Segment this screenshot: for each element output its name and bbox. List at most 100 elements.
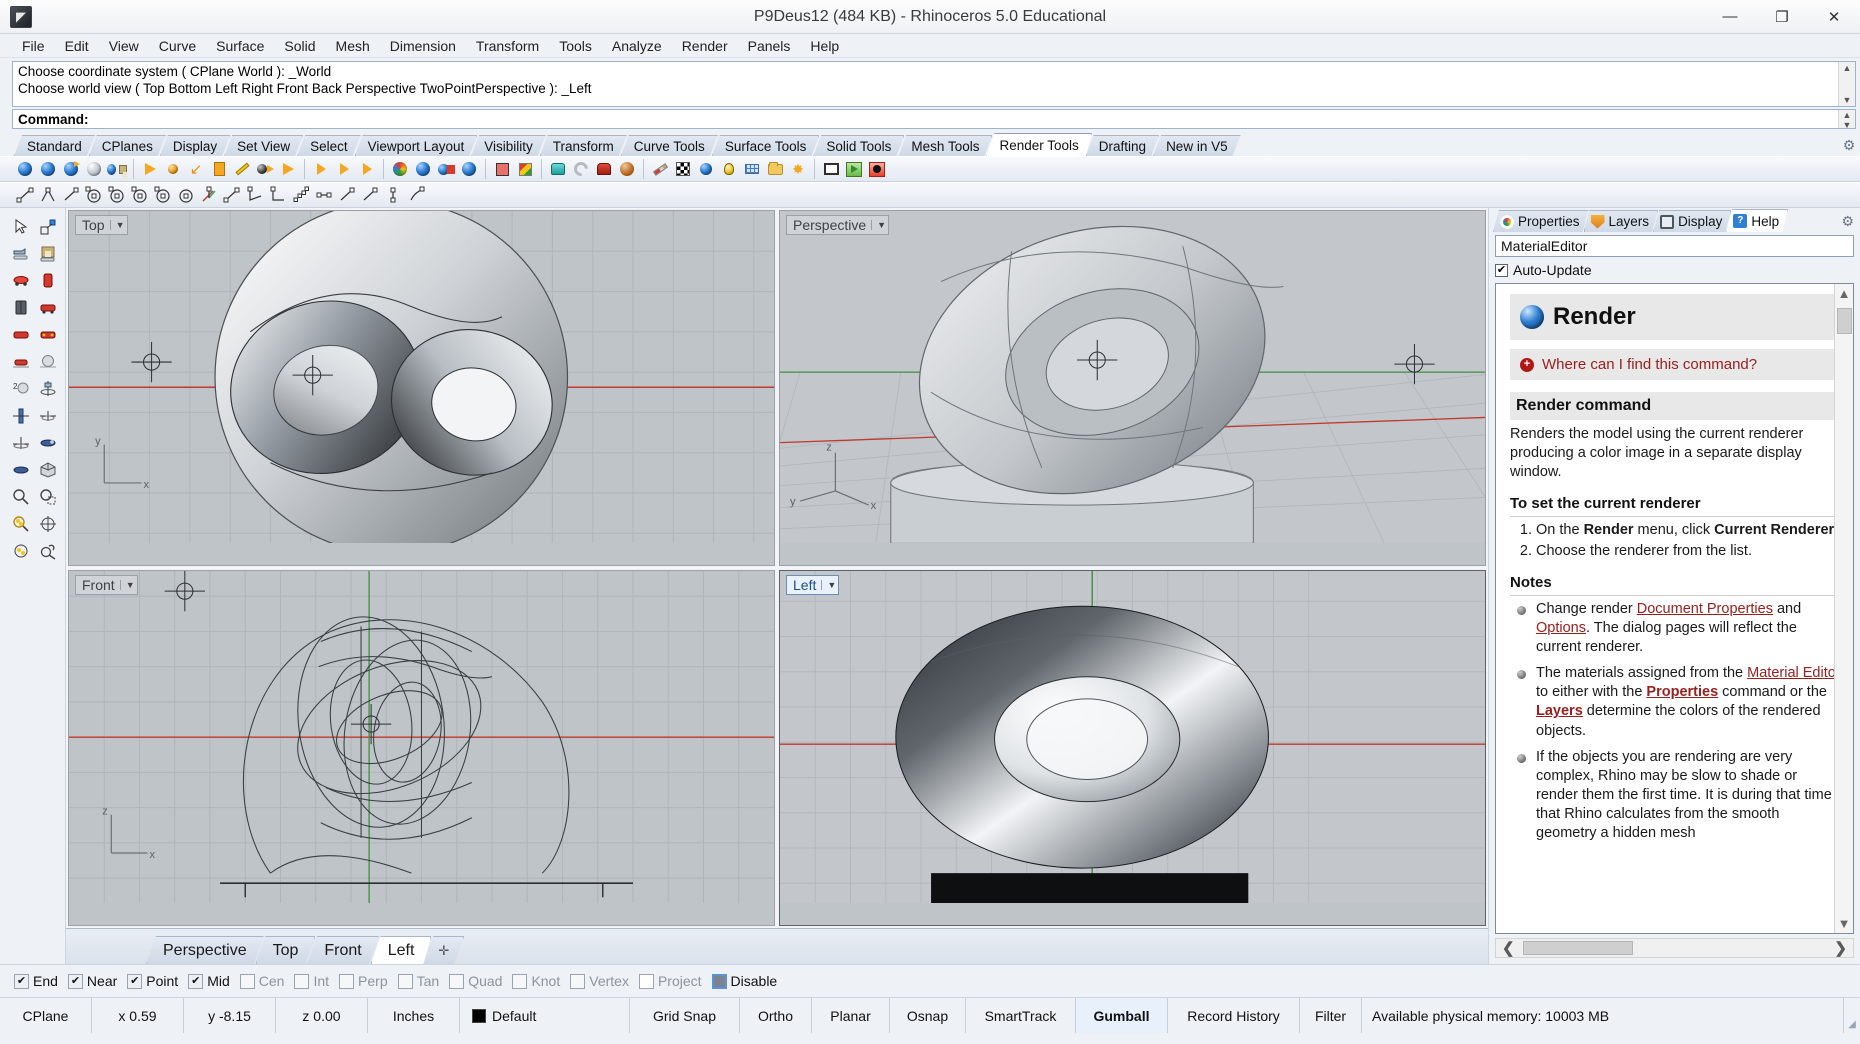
menu-analyze[interactable]: Analyze [602, 36, 672, 56]
front-view-icon[interactable] [35, 268, 61, 294]
resize-grip-icon[interactable]: ◢ [1844, 998, 1860, 1033]
render-in-window-icon[interactable] [60, 158, 82, 180]
status-grid-snap[interactable]: Grid Snap [630, 998, 740, 1033]
zoom-extents-icon[interactable] [8, 538, 34, 564]
osnap-perp-checkbox[interactable] [339, 973, 355, 989]
bounding-box-icon[interactable] [35, 457, 61, 483]
osnap-quad[interactable]: Quad [449, 973, 502, 989]
top-view-icon[interactable] [8, 322, 34, 348]
decal-icon[interactable] [593, 158, 615, 180]
status-planar[interactable]: Planar [812, 998, 890, 1033]
viewport-left-label[interactable]: Left ▼ [786, 575, 840, 595]
render-preview-icon[interactable] [37, 158, 59, 180]
zoom-window-icon[interactable] [35, 484, 61, 510]
axes-icon[interactable] [198, 184, 220, 206]
menu-render[interactable]: Render [672, 36, 738, 56]
back-view-icon[interactable] [35, 322, 61, 348]
light-bulb-icon[interactable] [718, 158, 740, 180]
tab-surface-tools[interactable]: Surface Tools [712, 135, 820, 156]
dimension-icon[interactable] [313, 184, 335, 206]
bump-texture-icon[interactable] [616, 158, 638, 180]
command-history[interactable]: Choose coordinate system ( CPlane World … [12, 61, 1856, 107]
osnap-point-checkbox[interactable]: ✔ [127, 973, 143, 989]
angle-icon[interactable] [244, 184, 266, 206]
material-sphere-icon[interactable] [389, 158, 411, 180]
status-gumball[interactable]: Gumball [1076, 998, 1168, 1033]
menu-surface[interactable]: Surface [206, 36, 274, 56]
viewport-tab-perspective[interactable]: Perspective [146, 936, 264, 964]
tab-render-tools[interactable]: Render Tools [986, 133, 1091, 156]
viewport-perspective-label[interactable]: Perspective ▼ [786, 215, 890, 235]
menu-dimension[interactable]: Dimension [380, 36, 466, 56]
circle-center-icon[interactable] [83, 184, 105, 206]
layer-color-swatch[interactable] [472, 1008, 486, 1023]
layers-link[interactable]: Layers [1536, 703, 1583, 719]
status-osnap[interactable]: Osnap [890, 998, 966, 1033]
circle-3pt-icon[interactable] [129, 184, 151, 206]
osnap-tan-checkbox[interactable] [397, 973, 413, 989]
zoom-icon[interactable] [8, 484, 34, 510]
prompt-scroll-down-icon[interactable]: ▼ [1843, 120, 1852, 130]
render-mesh-icon[interactable] [83, 158, 105, 180]
tab-select[interactable]: Select [297, 135, 361, 156]
viewport-perspective[interactable]: z x y Perspective ▼ [779, 210, 1486, 566]
toolbar-options-gear-icon[interactable]: ⚙ [1838, 137, 1860, 154]
light-edit-icon[interactable] [356, 158, 378, 180]
cplane-world-icon[interactable] [8, 430, 34, 456]
chevron-down-icon[interactable]: ▼ [821, 580, 836, 590]
tab-solid-tools[interactable]: Solid Tools [813, 135, 904, 156]
panel-options-gear-icon[interactable]: ⚙ [1841, 213, 1854, 230]
osnap-vertex-checkbox[interactable] [570, 973, 586, 989]
circle-tangent-icon[interactable] [152, 184, 174, 206]
osnap-project-checkbox[interactable] [638, 973, 654, 989]
document-properties-link[interactable]: Document Properties [1637, 601, 1773, 617]
paint-brush-icon[interactable] [649, 158, 671, 180]
arc-icon[interactable] [221, 184, 243, 206]
help-horizontal-scrollbar[interactable]: ❮ ❯ [1495, 938, 1854, 958]
plane-through-pts-icon[interactable] [8, 457, 34, 483]
help-search-input[interactable]: MaterialEditor [1495, 235, 1854, 257]
status-filter[interactable]: Filter [1300, 998, 1362, 1033]
material-paint-icon[interactable] [435, 158, 457, 180]
environment-icon[interactable] [547, 158, 569, 180]
open-folder-icon[interactable] [764, 158, 786, 180]
osnap-end-checkbox[interactable]: ✔ [14, 973, 29, 989]
material-assign-icon[interactable] [412, 158, 434, 180]
side-view-icon[interactable] [8, 295, 34, 321]
osnap-point[interactable]: ✔ Point [127, 973, 178, 989]
scroll-down-icon[interactable]: ▼ [1838, 914, 1851, 933]
menu-edit[interactable]: Edit [55, 36, 99, 56]
help-find-command-block[interactable]: + Where can I find this command? [1510, 348, 1841, 381]
status-record-history[interactable]: Record History [1168, 998, 1300, 1033]
viewport-front[interactable]: z x Front ▼ [68, 570, 775, 926]
tab-mesh-tools[interactable]: Mesh Tools [898, 135, 992, 156]
tab-help[interactable]: ? Help [1726, 209, 1788, 232]
viewport-tab-front[interactable]: Front [307, 936, 378, 964]
command-prompt-scrollbar[interactable]: ▲ ▼ [1838, 110, 1855, 130]
viewport-front-label[interactable]: Front ▼ [75, 575, 138, 595]
status-ortho[interactable]: Ortho [740, 998, 812, 1033]
open-file-icon[interactable] [8, 241, 34, 267]
bottom-view-icon[interactable] [8, 349, 34, 375]
viewport-top[interactable]: y x Top ▼ [68, 210, 775, 566]
scroll-thumb[interactable] [1836, 308, 1852, 334]
rhino-app-icon[interactable]: ◤ [10, 5, 32, 28]
render-grid-icon[interactable] [741, 158, 763, 180]
osnap-knot-checkbox[interactable] [512, 973, 528, 989]
ground-plane-icon[interactable] [570, 158, 592, 180]
sphere-preview-icon[interactable] [695, 158, 717, 180]
curve-2-icon[interactable] [359, 184, 381, 206]
material-editor-link[interactable]: Material Editor [1747, 665, 1840, 681]
material-match-icon[interactable] [458, 158, 480, 180]
menu-mesh[interactable]: Mesh [326, 36, 380, 56]
menu-help[interactable]: Help [800, 36, 849, 56]
texture-mapping-cube-icon[interactable] [514, 158, 536, 180]
sphere-tool-icon[interactable] [405, 184, 427, 206]
circle-diameter-icon[interactable] [106, 184, 128, 206]
osnap-cen[interactable]: Cen [239, 973, 284, 989]
tab-display[interactable]: Display [160, 135, 230, 156]
status-cplane[interactable]: CPlane [0, 998, 92, 1033]
select-window-icon[interactable] [35, 214, 61, 240]
osnap-project[interactable]: Project [638, 973, 702, 989]
status-smarttrack[interactable]: SmartTrack [966, 998, 1076, 1033]
